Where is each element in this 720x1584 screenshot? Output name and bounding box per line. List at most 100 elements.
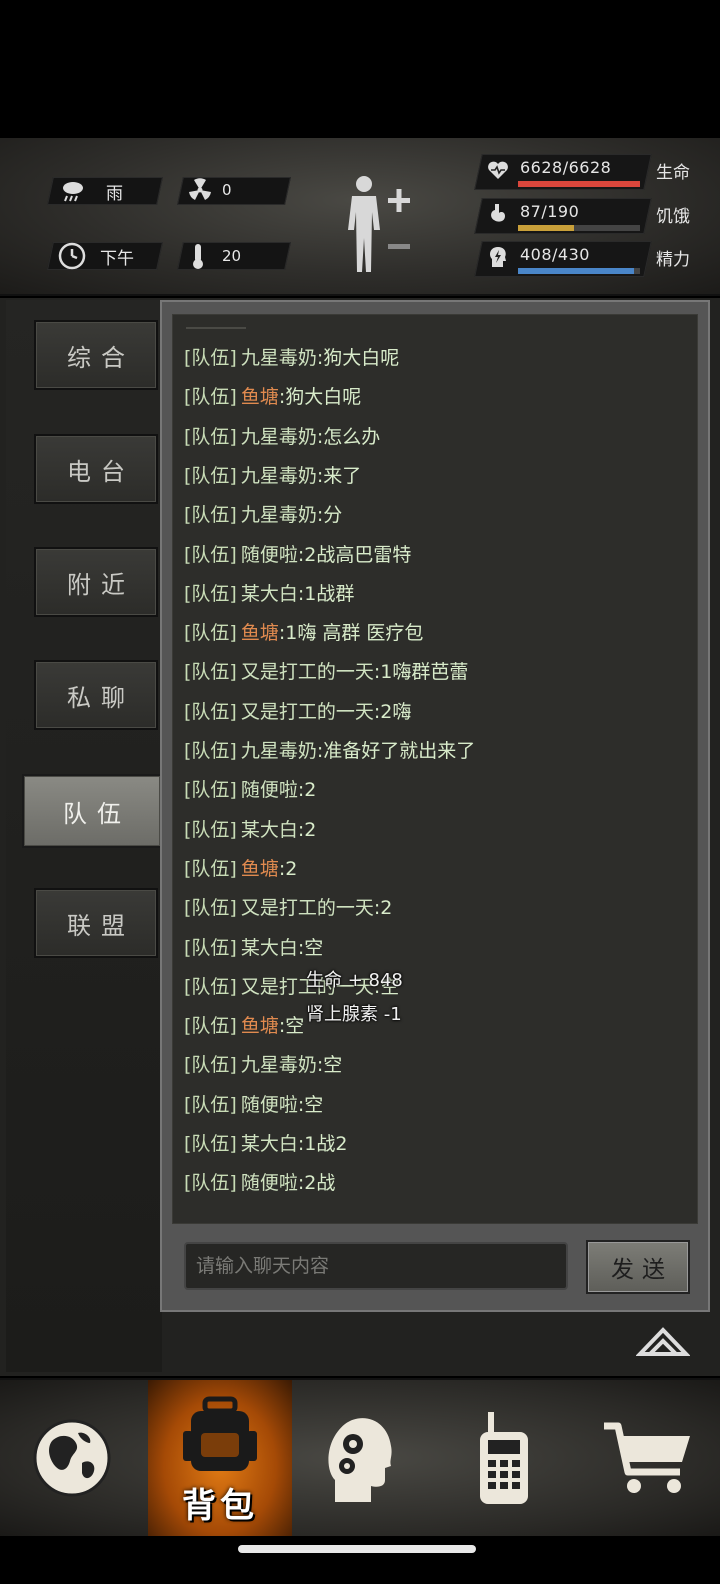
energy-label: 精力: [656, 250, 690, 270]
clock-icon: [58, 242, 86, 270]
nav-map[interactable]: [0, 1380, 144, 1536]
message-sender[interactable]: 某大白: [241, 819, 298, 841]
chat-message: [队伍] 九星毒奶:来了: [184, 461, 361, 488]
message-sender[interactable]: 九星毒奶: [241, 465, 317, 487]
chat-message: [队伍] 随便啦:空: [184, 1090, 323, 1117]
chat-message: [队伍] 鱼塘:狗大白呢: [184, 382, 361, 409]
tab-nearby[interactable]: 附近: [34, 547, 158, 617]
health-fill: [518, 181, 640, 187]
energy-track: [518, 268, 640, 274]
message-channel: [队伍]: [184, 936, 237, 959]
message-sender[interactable]: 鱼塘: [241, 386, 279, 408]
message-sender[interactable]: 鱼塘: [241, 858, 279, 880]
rain-cloud-icon: [63, 182, 83, 202]
chat-message: [队伍] 九星毒奶:准备好了就出来了: [184, 736, 475, 763]
temperature-indicator: 20: [190, 242, 241, 270]
message-text: :空: [297, 1093, 324, 1116]
message-sender[interactable]: 又是打工的一天: [241, 661, 374, 683]
weather-indicator: 雨: [60, 178, 123, 204]
chat-input[interactable]: [184, 1242, 568, 1290]
chat-message: [队伍] 鱼塘:空: [184, 1011, 304, 1038]
message-text: :2: [373, 897, 393, 920]
nav-shop[interactable]: [576, 1380, 720, 1536]
time-label: 下午: [100, 248, 134, 269]
message-channel: [队伍]: [184, 1133, 237, 1155]
hunger-label: 饥饿: [656, 207, 690, 227]
chat-message: [队伍] 九星毒奶:狗大白呢: [184, 343, 399, 370]
message-text: :2战高巴雷特: [297, 543, 412, 566]
chat-message: [队伍] 又是打工的一天:1嗨群芭蕾: [184, 657, 468, 684]
message-sender[interactable]: 又是打工的一天: [241, 897, 374, 919]
message-text: :2战: [297, 1172, 336, 1195]
message-text: :怎么办: [316, 425, 381, 448]
chat-message-list[interactable]: [172, 314, 698, 1224]
stomach-icon: [491, 204, 505, 222]
shopping-cart-icon: [604, 1422, 690, 1493]
chat-message: [队伍] 又是打工的一天:2: [184, 893, 392, 920]
body-status-icon[interactable]: [344, 172, 414, 276]
message-sender[interactable]: 九星毒奶: [241, 426, 317, 448]
message-channel: [队伍]: [184, 582, 237, 605]
message-sender[interactable]: 九星毒奶: [241, 347, 317, 369]
tab-alliance[interactable]: 联盟: [34, 888, 158, 958]
message-channel: [队伍]: [184, 425, 237, 448]
hunger-stat: 87/190 饥饿: [486, 198, 706, 234]
heart-icon: [488, 161, 508, 179]
message-channel: [队伍]: [184, 386, 237, 409]
chat-message: [队伍] 随便啦:2: [184, 775, 316, 802]
time-indicator: 下午: [58, 242, 134, 270]
message-sender[interactable]: 随便啦: [241, 1094, 298, 1116]
message-channel: [队伍]: [184, 464, 237, 487]
tab-radio[interactable]: 电台: [34, 434, 158, 504]
message-sender[interactable]: 随便啦: [241, 779, 298, 801]
hunger-fill: [518, 225, 574, 231]
temperature-value: 20: [222, 247, 242, 265]
message-channel: [队伍]: [184, 897, 237, 920]
chat-message: [队伍] 又是打工的一天:2嗨: [184, 697, 411, 724]
nav-backpack-label: 背包: [182, 1486, 258, 1526]
message-sender[interactable]: 九星毒奶: [241, 740, 317, 762]
message-text: :空: [278, 1015, 305, 1038]
message-text: :1战群: [297, 582, 355, 605]
message-text: :来了: [316, 464, 362, 487]
message-sender[interactable]: 鱼塘: [241, 1015, 279, 1037]
message-text: :2: [297, 779, 317, 802]
collapse-chevron-icon[interactable]: [636, 1324, 690, 1360]
globe-icon: [33, 1419, 111, 1497]
message-channel: [队伍]: [184, 1093, 237, 1116]
message-channel: [队伍]: [184, 661, 237, 684]
chat-message: [队伍] 某大白:2: [184, 815, 316, 842]
message-channel: [队伍]: [184, 779, 237, 802]
home-indicator[interactable]: [238, 1545, 476, 1553]
radiation-indicator: 0: [188, 178, 232, 202]
message-sender[interactable]: 随便啦: [241, 1172, 298, 1194]
message-channel: [队伍]: [184, 1172, 237, 1195]
message-sender[interactable]: 九星毒奶: [241, 504, 317, 526]
message-text: :1战2: [297, 1133, 348, 1155]
head-gears-icon: [328, 1418, 392, 1502]
message-sender[interactable]: 鱼塘: [241, 622, 279, 644]
tab-team[interactable]: 队伍: [22, 774, 162, 848]
message-channel: [队伍]: [184, 1015, 237, 1038]
message-channel: [队伍]: [184, 818, 237, 841]
message-text: :空: [316, 1054, 343, 1077]
nav-radio[interactable]: [432, 1380, 576, 1536]
message-channel: [队伍]: [184, 975, 237, 998]
message-text: :狗大白呢: [316, 347, 400, 369]
message-sender[interactable]: 某大白: [241, 937, 298, 959]
message-sender[interactable]: 九星毒奶: [241, 1054, 317, 1076]
tab-private[interactable]: 私聊: [34, 660, 158, 730]
message-sender[interactable]: 某大白: [241, 1133, 298, 1155]
health-track: [518, 181, 640, 187]
health-value: 6628/6628: [520, 158, 612, 177]
message-sender[interactable]: 随便啦: [241, 544, 298, 566]
message-sender[interactable]: 又是打工的一天: [241, 701, 374, 723]
tab-general[interactable]: 综合: [34, 320, 158, 390]
send-button[interactable]: 发送: [586, 1240, 690, 1294]
nav-skills[interactable]: [288, 1380, 432, 1536]
message-channel: [队伍]: [184, 1054, 237, 1077]
message-text: :狗大白呢: [278, 386, 362, 409]
message-sender[interactable]: 某大白: [241, 583, 298, 605]
chat-message: [队伍] 某大白:1战2: [184, 1129, 347, 1156]
message-channel: [队伍]: [184, 857, 237, 880]
